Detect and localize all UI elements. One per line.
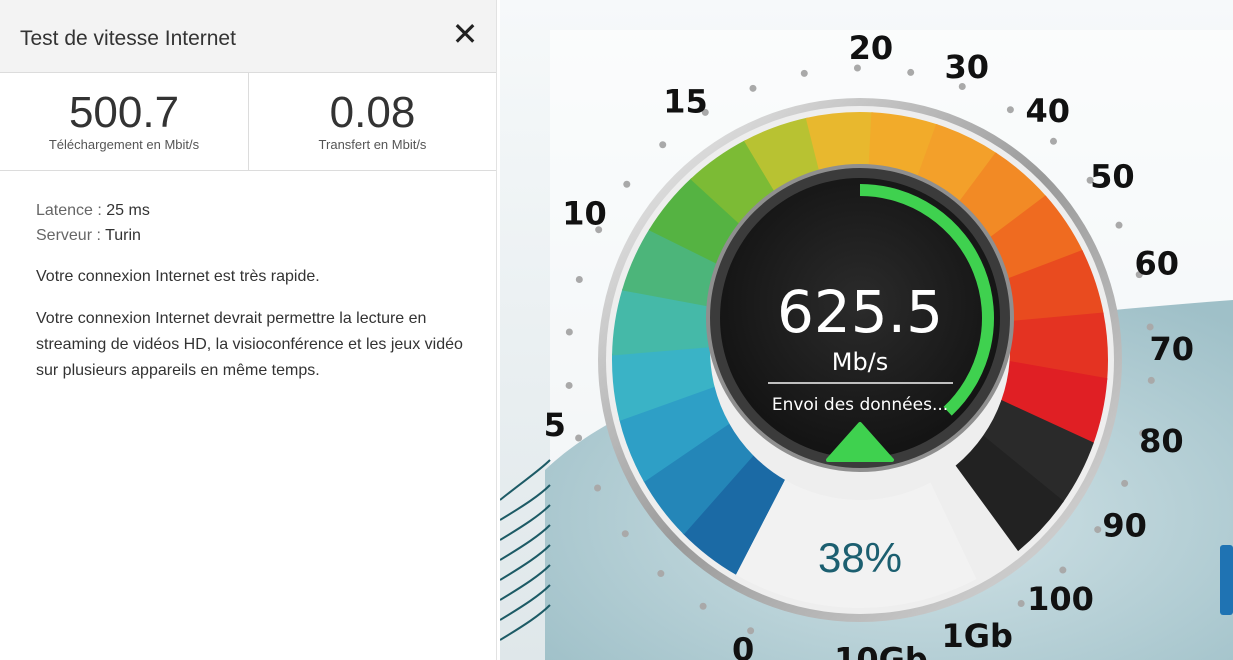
tick-dot: [565, 328, 573, 336]
tick-dot: [1121, 479, 1129, 487]
tick-dot: [1006, 106, 1014, 114]
scale-label: 5: [544, 406, 566, 444]
tick-dot: [749, 84, 757, 92]
server-label: Serveur :: [36, 227, 101, 244]
tick-dot: [1059, 566, 1067, 574]
tick-dot: [1115, 221, 1123, 229]
tick-dot: [623, 180, 631, 188]
panel-title: Test de vitesse Internet: [20, 27, 236, 50]
scale-label: 1Gb: [942, 617, 1013, 655]
tick-dot: [907, 68, 915, 76]
speedometer-image: 0 5 10 15 20 30 40 50 60 70 80 90 100 1Gb 10Gb 625.5 M…: [500, 0, 1233, 660]
tick-dot: [575, 434, 583, 442]
scale-label: 0: [732, 630, 754, 660]
tick-dot: [575, 276, 583, 284]
scale-label: 80: [1139, 422, 1184, 460]
upload-stat: 0.08 Transfert en Mbit/s: [249, 73, 496, 170]
current-speed-unit: Mb/s: [832, 348, 889, 376]
download-stat: 500.7 Téléchargement en Mbit/s: [0, 73, 249, 170]
download-value: 500.7: [68, 88, 180, 137]
tick-dot: [621, 530, 629, 538]
connection-summary: Votre connexion Internet est très rapide…: [36, 268, 320, 285]
upload-value: 0.08: [329, 88, 416, 137]
scale-label: 70: [1150, 330, 1195, 368]
panel-header: Test de vitesse Internet ✕: [0, 0, 496, 73]
server-value: Turin: [105, 227, 141, 244]
server-line: Serveur : Turin: [36, 223, 476, 248]
connection-details: Votre connexion Internet devrait permett…: [36, 310, 463, 379]
tick-dot: [565, 381, 573, 389]
connection-info: Latence : 25 ms Serveur : Turin Votre co…: [36, 198, 476, 384]
tick-dot: [594, 484, 602, 492]
latency-line: Latence : 25 ms: [36, 198, 476, 223]
scale-label: 30: [944, 48, 989, 86]
tick-dot: [1017, 599, 1025, 607]
scale-label: 100: [1027, 580, 1094, 618]
scale-label: 10Gb: [834, 640, 928, 660]
latency-value: 25 ms: [106, 202, 150, 219]
tick-dot: [1147, 376, 1155, 384]
current-speed-value: 625.5: [777, 278, 943, 346]
tick-dot: [699, 602, 707, 610]
download-label: Téléchargement en Mbit/s: [48, 137, 200, 152]
test-status: Envoi des données...: [772, 395, 948, 415]
scale-label: 20: [849, 29, 894, 67]
scale-label: 40: [1026, 92, 1071, 130]
tick-dot: [1049, 137, 1057, 145]
tick-dot: [659, 141, 667, 149]
tick-dot: [1094, 526, 1102, 534]
tick-dot: [657, 570, 665, 578]
upload-label: Transfert en Mbit/s: [318, 137, 427, 152]
scale-label: 60: [1134, 245, 1179, 283]
tick-dot: [800, 69, 808, 77]
scale-label: 90: [1102, 506, 1147, 544]
speed-test-panel: Test de vitesse Internet ✕ 500.7 Télécha…: [0, 0, 497, 660]
test-progress-percent: 38%: [818, 534, 902, 581]
close-icon[interactable]: ✕: [448, 18, 482, 52]
latency-label: Latence :: [36, 202, 102, 219]
scale-label: 10: [562, 195, 607, 233]
scale-label: 15: [663, 82, 708, 120]
scale-label: 50: [1090, 158, 1135, 196]
speed-stats: 500.7 Téléchargement en Mbit/s 0.08 Tran…: [0, 73, 496, 171]
